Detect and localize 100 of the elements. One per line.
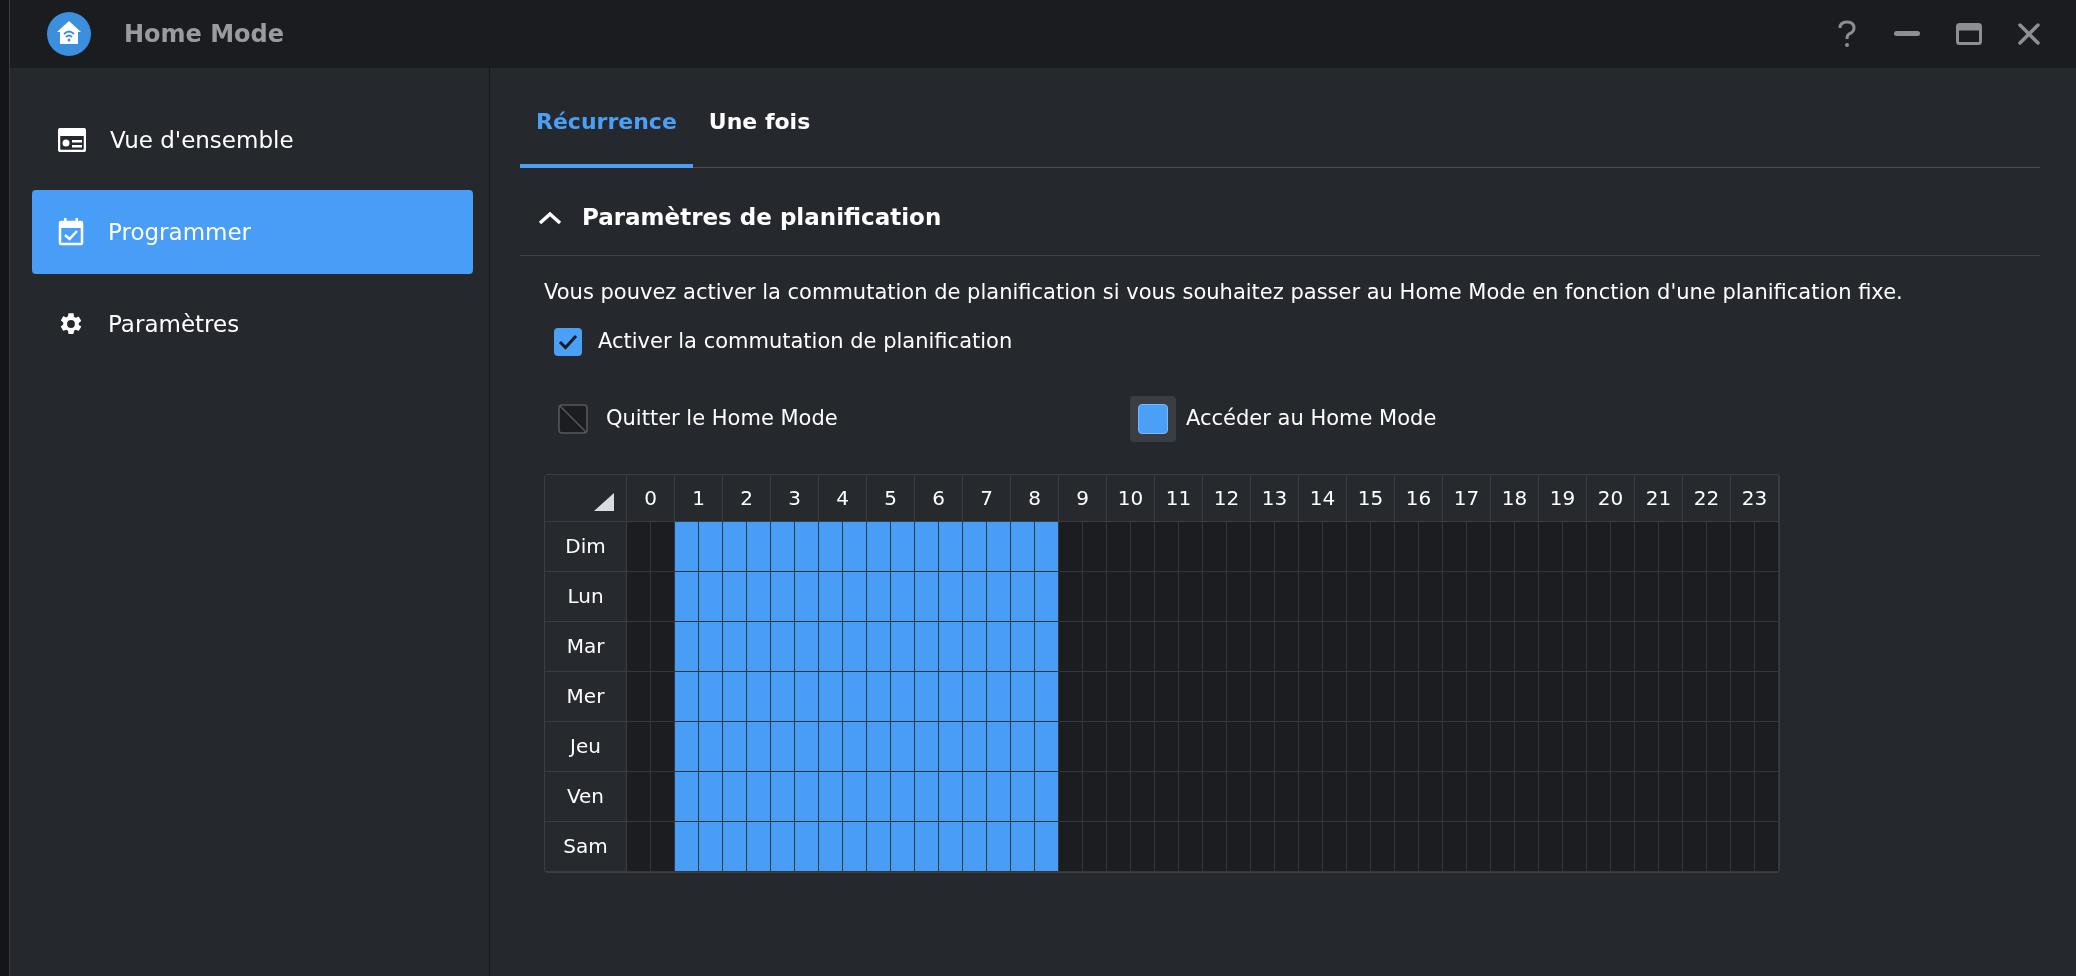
time-slot[interactable] xyxy=(843,821,867,872)
hour-header[interactable]: 22 xyxy=(1683,474,1731,522)
time-slot[interactable] xyxy=(963,571,987,622)
time-slot[interactable] xyxy=(819,821,843,872)
legend-swatch[interactable] xyxy=(1130,395,1176,442)
time-slot[interactable] xyxy=(987,821,1011,872)
time-slot[interactable] xyxy=(1011,671,1035,722)
time-slot[interactable] xyxy=(771,821,795,872)
hour-header[interactable]: 4 xyxy=(819,474,867,522)
chevron-icon[interactable] xyxy=(538,210,562,225)
time-slot[interactable] xyxy=(771,521,795,572)
time-slot[interactable] xyxy=(963,821,987,872)
time-slot[interactable] xyxy=(819,571,843,622)
hour-header[interactable]: 1 xyxy=(675,474,723,522)
checkbox[interactable] xyxy=(554,327,582,356)
time-slot[interactable] xyxy=(1011,821,1035,872)
time-slot[interactable] xyxy=(771,571,795,622)
time-slot[interactable] xyxy=(963,671,987,722)
time-slot[interactable] xyxy=(891,821,915,872)
time-slot[interactable] xyxy=(747,621,771,672)
hour-header[interactable]: 20 xyxy=(1587,474,1635,522)
day-label[interactable]: Mer xyxy=(545,671,627,722)
time-slot[interactable] xyxy=(987,671,1011,722)
time-slot[interactable] xyxy=(1011,521,1035,572)
help-icon[interactable] xyxy=(1836,20,1858,48)
time-slot[interactable] xyxy=(675,571,699,622)
time-slot[interactable] xyxy=(915,571,939,622)
hour-header[interactable]: 17 xyxy=(1443,474,1491,522)
time-slot[interactable] xyxy=(675,771,699,822)
time-slot[interactable] xyxy=(819,621,843,672)
time-slot[interactable] xyxy=(1011,571,1035,622)
time-slot[interactable] xyxy=(723,621,747,672)
time-slot[interactable] xyxy=(675,671,699,722)
time-slot[interactable] xyxy=(987,621,1011,672)
hour-header[interactable]: 19 xyxy=(1539,474,1587,522)
time-slot[interactable] xyxy=(915,671,939,722)
time-slot[interactable] xyxy=(675,521,699,572)
time-slot[interactable] xyxy=(795,721,819,772)
time-slot[interactable] xyxy=(915,521,939,572)
time-slot[interactable] xyxy=(843,621,867,672)
time-slot[interactable] xyxy=(723,771,747,822)
time-slot[interactable] xyxy=(1035,621,1059,672)
time-slot[interactable] xyxy=(723,521,747,572)
sidebar-item[interactable]: Paramètres xyxy=(32,282,473,366)
time-slot[interactable] xyxy=(867,771,891,822)
time-slot[interactable] xyxy=(795,671,819,722)
hour-header[interactable]: 23 xyxy=(1731,474,1779,522)
time-slot[interactable] xyxy=(891,571,915,622)
time-slot[interactable] xyxy=(963,521,987,572)
time-slot[interactable] xyxy=(699,671,723,722)
time-slot[interactable] xyxy=(747,771,771,822)
hour-header[interactable]: 21 xyxy=(1635,474,1683,522)
time-slot[interactable] xyxy=(771,621,795,672)
time-slot[interactable] xyxy=(699,771,723,822)
time-slot[interactable] xyxy=(963,721,987,772)
hour-header[interactable]: 8 xyxy=(1011,474,1059,522)
time-slot[interactable] xyxy=(819,671,843,722)
time-slot[interactable] xyxy=(723,671,747,722)
hour-header[interactable]: 2 xyxy=(723,474,771,522)
hour-header[interactable]: 11 xyxy=(1155,474,1203,522)
time-slot[interactable] xyxy=(1035,771,1059,822)
hour-header[interactable]: 0 xyxy=(627,474,675,522)
time-slot[interactable] xyxy=(699,821,723,872)
day-label[interactable]: Dim xyxy=(545,521,627,572)
time-slot[interactable] xyxy=(747,721,771,772)
day-label[interactable]: Jeu xyxy=(545,721,627,772)
time-slot[interactable] xyxy=(1035,521,1059,572)
hour-header[interactable]: 12 xyxy=(1203,474,1251,522)
time-slot[interactable] xyxy=(915,771,939,822)
time-slot[interactable] xyxy=(747,671,771,722)
time-slot[interactable] xyxy=(867,571,891,622)
time-slot[interactable] xyxy=(891,521,915,572)
time-slot[interactable] xyxy=(867,521,891,572)
tab[interactable]: Récurrence xyxy=(520,105,693,168)
time-slot[interactable] xyxy=(843,521,867,572)
day-label[interactable]: Mar xyxy=(545,621,627,672)
time-slot[interactable] xyxy=(1035,821,1059,872)
time-slot[interactable] xyxy=(987,721,1011,772)
time-slot[interactable] xyxy=(747,571,771,622)
time-slot[interactable] xyxy=(747,521,771,572)
hour-header[interactable]: 7 xyxy=(963,474,1011,522)
time-slot[interactable] xyxy=(843,721,867,772)
time-slot[interactable] xyxy=(891,671,915,722)
hour-header[interactable]: 15 xyxy=(1347,474,1395,522)
time-slot[interactable] xyxy=(819,721,843,772)
day-label[interactable]: Lun xyxy=(545,571,627,622)
time-slot[interactable] xyxy=(915,821,939,872)
time-slot[interactable] xyxy=(987,571,1011,622)
time-slot[interactable] xyxy=(699,721,723,772)
time-slot[interactable] xyxy=(819,521,843,572)
time-slot[interactable] xyxy=(843,771,867,822)
time-slot[interactable] xyxy=(723,821,747,872)
hour-header[interactable]: 3 xyxy=(771,474,819,522)
time-slot[interactable] xyxy=(915,621,939,672)
hour-header[interactable]: 9 xyxy=(1059,474,1107,522)
time-slot[interactable] xyxy=(699,571,723,622)
time-slot[interactable] xyxy=(963,771,987,822)
time-slot[interactable] xyxy=(939,671,963,722)
time-slot[interactable] xyxy=(795,821,819,872)
time-slot[interactable] xyxy=(963,621,987,672)
